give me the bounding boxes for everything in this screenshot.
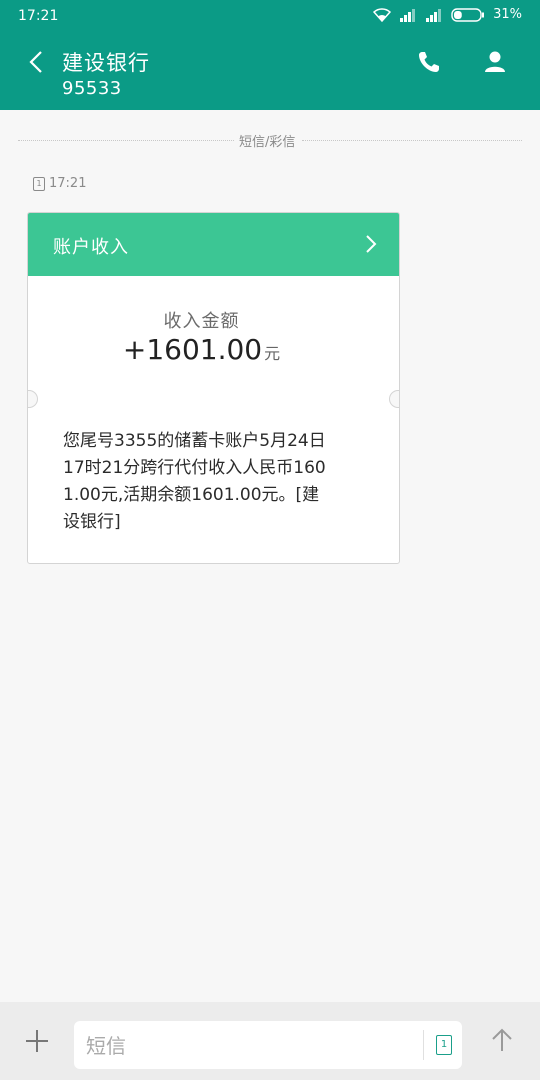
sms-thread-screen: 17:21 31% 建设银行 95533 短信/彩信 1 17:21 账户收入 … <box>0 0 540 1080</box>
message-body: 您尾号3355的储蓄卡账户5月24日17时21分跨行代付收入人民币1601.00… <box>63 431 326 532</box>
battery-icon <box>451 7 485 22</box>
amount-unit: 元 <box>264 344 281 363</box>
input-divider <box>423 1030 424 1060</box>
signal-icon-2 <box>426 8 442 22</box>
message-time: 17:21 <box>49 176 87 191</box>
conversation-header: 建设银行 95533 <box>0 34 540 110</box>
message-timestamp: 1 17:21 <box>33 176 86 191</box>
back-arrow-icon[interactable] <box>22 46 54 78</box>
status-bar: 17:21 31% <box>0 0 540 34</box>
sim-select-icon[interactable]: 1 <box>436 1035 452 1055</box>
bank-notification-card[interactable]: 账户收入 收入金额 +1601.00 元 您尾号3355的储蓄卡账户5月24日17… <box>27 212 400 564</box>
message-type-separator: 短信/彩信 <box>18 128 522 152</box>
chevron-right-icon <box>366 235 377 253</box>
separator-line-left <box>18 140 234 141</box>
send-arrow-icon[interactable] <box>486 1024 518 1056</box>
amount-label: 收入金额 <box>163 311 240 332</box>
sim-card-icon: 1 <box>33 176 45 191</box>
battery-percent: 31% <box>493 7 522 22</box>
signal-icon-1 <box>400 8 416 22</box>
amount-value: +1601.00 <box>122 333 263 366</box>
amount-display: +1601.00 元 <box>28 333 375 366</box>
card-notch-left <box>28 390 38 408</box>
card-header[interactable]: 账户收入 <box>28 213 399 276</box>
contact-person-icon[interactable] <box>480 47 510 77</box>
message-composer: 1 <box>0 1002 540 1080</box>
contact-number: 95533 <box>62 78 122 99</box>
status-time: 17:21 <box>18 8 59 24</box>
contact-name: 建设银行 <box>62 51 150 75</box>
card-notch-right <box>389 390 399 408</box>
phone-icon[interactable] <box>414 47 444 77</box>
separator-label: 短信/彩信 <box>239 135 296 150</box>
separator-line-right <box>302 140 522 141</box>
message-input-box[interactable]: 1 <box>74 1021 462 1069</box>
card-header-title: 账户收入 <box>53 237 129 258</box>
status-icons: 31% <box>373 7 522 22</box>
wifi-icon <box>373 7 392 22</box>
message-input[interactable] <box>84 1027 408 1065</box>
plus-icon[interactable] <box>22 1026 52 1056</box>
